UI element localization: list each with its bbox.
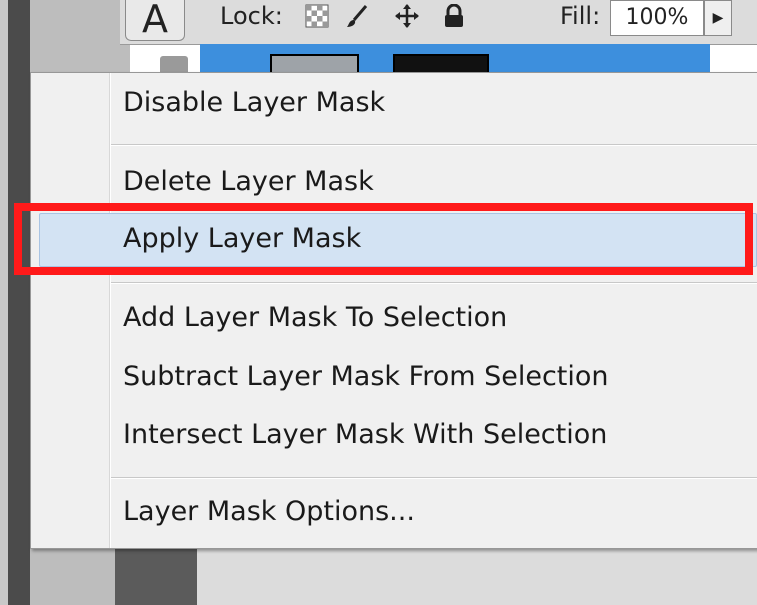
- layer-mask-context-menu: Disable Layer Mask Delete Layer Mask App…: [30, 72, 757, 549]
- menu-item-add-layer-mask-to-selection[interactable]: Add Layer Mask To Selection: [123, 302, 507, 333]
- checkerboard-icon[interactable]: [305, 4, 329, 28]
- annotation-highlight-box: [14, 203, 753, 275]
- panel-footer: [197, 540, 757, 605]
- menu-item-disable-layer-mask[interactable]: Disable Layer Mask: [123, 87, 385, 118]
- triangle-right-icon[interactable]: ▶: [704, 0, 732, 36]
- move-icon[interactable]: [395, 4, 419, 28]
- menu-item-delete-layer-mask[interactable]: Delete Layer Mask: [123, 166, 374, 197]
- padlock-icon[interactable]: [442, 4, 466, 28]
- menu-separator-highlight: [111, 478, 757, 479]
- brush-icon[interactable]: [345, 4, 369, 28]
- left-edge: [0, 0, 8, 605]
- menu-item-intersect-layer-mask-with-selection[interactable]: Intersect Layer Mask With Selection: [123, 419, 607, 450]
- menu-separator-highlight: [111, 145, 757, 146]
- menu-separator-highlight: [111, 283, 757, 284]
- panel-footer-dark: [115, 540, 197, 605]
- fill-opacity-input[interactable]: 100%: [610, 0, 704, 36]
- fill-label: Fill:: [560, 2, 601, 30]
- text-tool-button[interactable]: A: [125, 0, 185, 41]
- menu-item-subtract-layer-mask-from-selection[interactable]: Subtract Layer Mask From Selection: [123, 361, 609, 392]
- tool-strip: [8, 0, 30, 605]
- lock-label: Lock:: [220, 2, 283, 30]
- menu-item-layer-mask-options[interactable]: Layer Mask Options...: [123, 496, 415, 527]
